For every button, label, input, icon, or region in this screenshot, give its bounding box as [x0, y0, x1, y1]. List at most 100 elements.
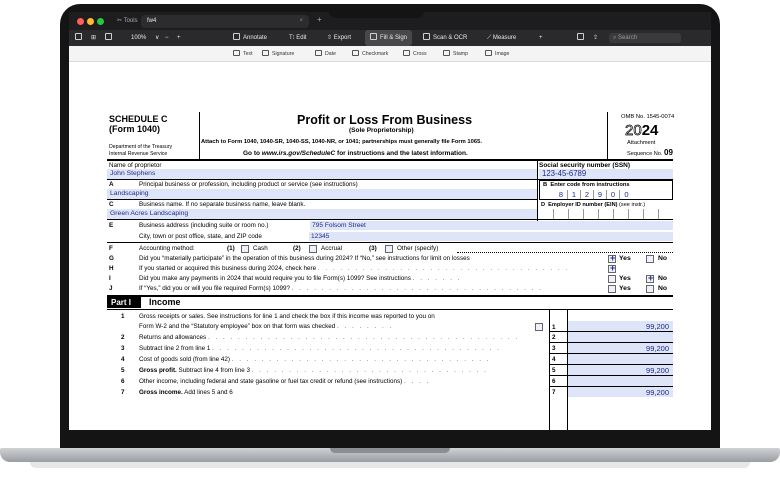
ein-field[interactable]: [539, 209, 673, 219]
row-rule: [107, 219, 673, 220]
method-2-number: (2): [293, 245, 301, 252]
income-line-1-label-2: Form W-2 and the “Statutory employee” bo…: [139, 323, 394, 330]
zoom-window-button[interactable]: [97, 18, 104, 25]
income-line-1-amount-field[interactable]: 99,200: [568, 321, 673, 331]
income-line-6-label: Other income, including federal and stat…: [139, 378, 431, 385]
income-line-7-label: Gross income. Add lines 5 and 6: [139, 389, 233, 396]
fill-sign-icon: [370, 33, 377, 40]
add-tool-button[interactable]: +: [539, 30, 543, 46]
zoom-out-button[interactable]: −: [165, 30, 169, 46]
zoom-in-button[interactable]: +: [177, 30, 181, 46]
export-icon: ⇧: [327, 35, 334, 41]
income-line-5-label: Gross profit. Subtract line 4 from line …: [139, 367, 488, 374]
fill-sign-button[interactable]: Fill & Sign: [365, 30, 413, 46]
zoom-dropdown-icon[interactable]: ∨: [155, 30, 159, 46]
payments-yes-checkbox[interactable]: [608, 275, 616, 283]
screen: ✂ Tools fw4 × + ⊞ 100% ∨ − + Annotate T⁝…: [69, 12, 711, 430]
line-i-label: Did you make any payments in 2024 that w…: [139, 275, 462, 282]
cross-tool-button[interactable]: Cross: [403, 46, 427, 62]
participate-yes-checkbox[interactable]: [608, 253, 616, 263]
date-tool-button[interactable]: Date: [315, 46, 336, 62]
income-line-4-number: 4: [121, 356, 125, 363]
income-line-2-amount-field[interactable]: [568, 332, 673, 342]
cash-checkbox[interactable]: [241, 245, 249, 253]
income-line-3-amount-field[interactable]: 99,200: [568, 343, 673, 353]
line-a-label: Principal business or profession, includ…: [139, 181, 358, 188]
new-tab-button[interactable]: +: [317, 15, 322, 24]
income-line-3-box: 3: [552, 345, 556, 352]
file-1099-yes-label: Yes: [619, 285, 631, 292]
scan-icon: [423, 33, 430, 40]
signature-tool-button[interactable]: Signature: [262, 46, 294, 62]
stamp-tool-button[interactable]: Stamp: [443, 46, 468, 62]
address-field[interactable]: 795 Folsom Street: [310, 221, 673, 230]
income-line-4-box: 4: [552, 356, 556, 363]
business-activity-field[interactable]: Landscaping: [107, 189, 537, 199]
other-method-line[interactable]: [457, 252, 673, 253]
edit-button[interactable]: T⁝ Edit: [289, 30, 307, 46]
main-toolbar: ⊞ 100% ∨ − + Annotate T⁝ Edit ⇧ Export F…: [69, 30, 711, 46]
checkmark-tool-button[interactable]: Checkmark: [352, 46, 388, 62]
scan-ocr-button[interactable]: Scan & OCR: [423, 30, 467, 46]
minimize-window-button[interactable]: [87, 18, 94, 25]
line-i-letter: I: [109, 275, 111, 282]
tab-document[interactable]: fw4 ×: [141, 15, 309, 28]
participate-no-checkbox[interactable]: [646, 255, 654, 263]
tools-tab-icon: ✂: [117, 18, 124, 24]
income-line-5-amount-field[interactable]: 99,200: [568, 365, 673, 375]
income-line-7-amount-field[interactable]: 99,200: [568, 387, 673, 397]
other-method-label: Other (specify): [397, 245, 439, 252]
income-line-4-amount-field[interactable]: [568, 354, 673, 364]
export-button[interactable]: ⇧ Export: [327, 30, 351, 46]
city-state-zip-field[interactable]: 12345: [309, 232, 673, 241]
sidebar-toggle-icon[interactable]: [75, 30, 85, 46]
thumbnails-icon[interactable]: ⊞: [91, 30, 96, 46]
part-badge: Part I: [107, 297, 141, 308]
measure-button[interactable]: ⟋ Measure: [487, 30, 516, 46]
share-icon[interactable]: ⇪: [593, 30, 598, 46]
proprietor-field[interactable]: John Stephens: [107, 169, 537, 179]
income-line-1-box: 1: [552, 324, 556, 331]
line-f-letter: F: [109, 245, 113, 252]
close-window-button[interactable]: [77, 18, 84, 25]
line-a-letter: A: [109, 181, 114, 188]
file-1099-yes-checkbox[interactable]: [608, 285, 616, 293]
line-b-label: B Enter code from instructions: [543, 182, 630, 188]
income-line-6-amount-field[interactable]: [568, 376, 673, 386]
line-g-letter: G: [109, 255, 114, 262]
add-page-icon[interactable]: [577, 30, 587, 46]
ssn-field[interactable]: 123-45-6789: [539, 169, 673, 179]
business-code-digits[interactable]: 812900: [555, 190, 633, 199]
method-3-number: (3): [369, 245, 377, 252]
schedule-title: SCHEDULE C: [109, 114, 168, 124]
income-line-1-label: Gross receipts or sales. See instruction…: [139, 313, 435, 320]
row-rule: [107, 242, 673, 243]
income-line-4-label: Cost of goods sold (from line 42) . . . …: [139, 356, 491, 363]
accrual-checkbox[interactable]: [309, 245, 317, 253]
line-j-label: If “Yes,” did you or will you file requi…: [139, 285, 543, 292]
zoom-level[interactable]: 100%: [131, 30, 146, 46]
annotate-button[interactable]: Annotate: [233, 30, 267, 46]
omb-number: OMB No. 1545-0074: [621, 114, 675, 120]
participate-no-label: No: [658, 255, 668, 262]
payments-no-checkbox[interactable]: [646, 273, 654, 283]
file-1099-no-checkbox[interactable]: [646, 285, 654, 293]
started-business-checkbox[interactable]: [608, 263, 616, 273]
line-e-label-2: City, town or post office, state, and ZI…: [139, 233, 262, 240]
text-tool-button[interactable]: Text: [233, 46, 253, 62]
close-tab-icon[interactable]: ×: [299, 15, 303, 28]
camera-notch: [329, 4, 424, 18]
other-method-checkbox[interactable]: [385, 245, 393, 253]
income-line-3-number: 3: [121, 345, 125, 352]
signature-icon: [262, 50, 269, 56]
image-tool-button[interactable]: Image: [485, 46, 509, 62]
business-name-field[interactable]: Green Acres Landscaping: [107, 209, 537, 219]
view-mode-icon[interactable]: [105, 30, 115, 46]
income-line-7-number: 7: [121, 389, 125, 396]
document-page: SCHEDULE C (Form 1040) Department of the…: [69, 62, 711, 430]
income-line-2-box: 2: [552, 334, 556, 341]
line-e-letter: E: [109, 222, 114, 229]
tab-tools[interactable]: ✂ Tools: [111, 15, 144, 28]
search-input[interactable]: ⌕ Search: [609, 33, 681, 43]
statutory-employee-checkbox[interactable]: [535, 323, 543, 331]
